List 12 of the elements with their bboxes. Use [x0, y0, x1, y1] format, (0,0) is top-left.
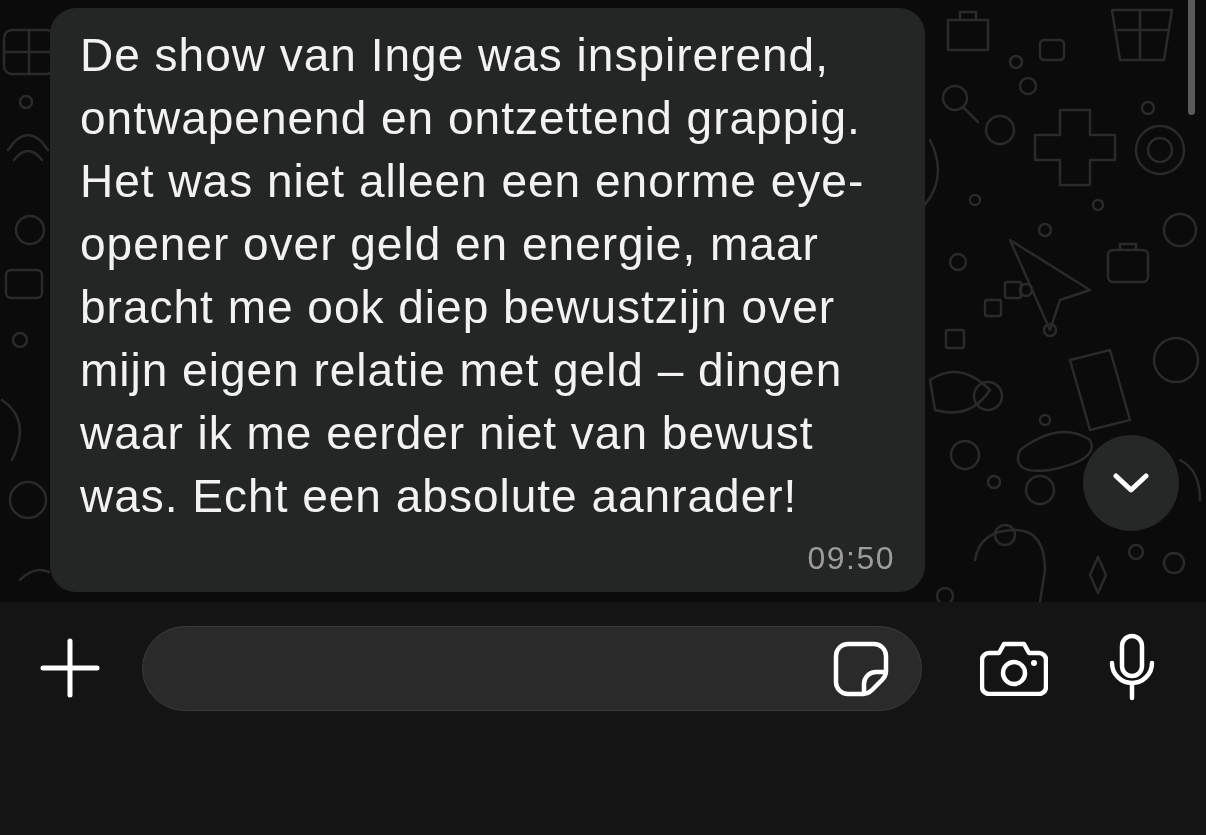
plus-icon — [40, 638, 100, 698]
add-button[interactable] — [40, 638, 100, 698]
microphone-icon — [1108, 633, 1156, 701]
message-text: De show van Inge was inspirerend, ontwapenend en ontzettend grappig. Het was niet alleen een enorme eye-opener over geld en energie, maar bracht me ook diep bewustzijn over mijn eigen relatie met geld – dingen waar ik me eerder niet van bewust was. Echt een absolute aanrader! — [80, 28, 866, 524]
sticker-button[interactable] — [833, 640, 889, 697]
chevron-down-icon — [1113, 473, 1149, 493]
message-time: 09:50 — [807, 539, 895, 578]
microphone-button[interactable] — [1108, 633, 1156, 701]
scrollbar-thumb[interactable] — [1188, 0, 1195, 115]
camera-icon — [980, 640, 1048, 696]
sticker-icon — [833, 640, 889, 697]
camera-button[interactable] — [980, 640, 1048, 696]
